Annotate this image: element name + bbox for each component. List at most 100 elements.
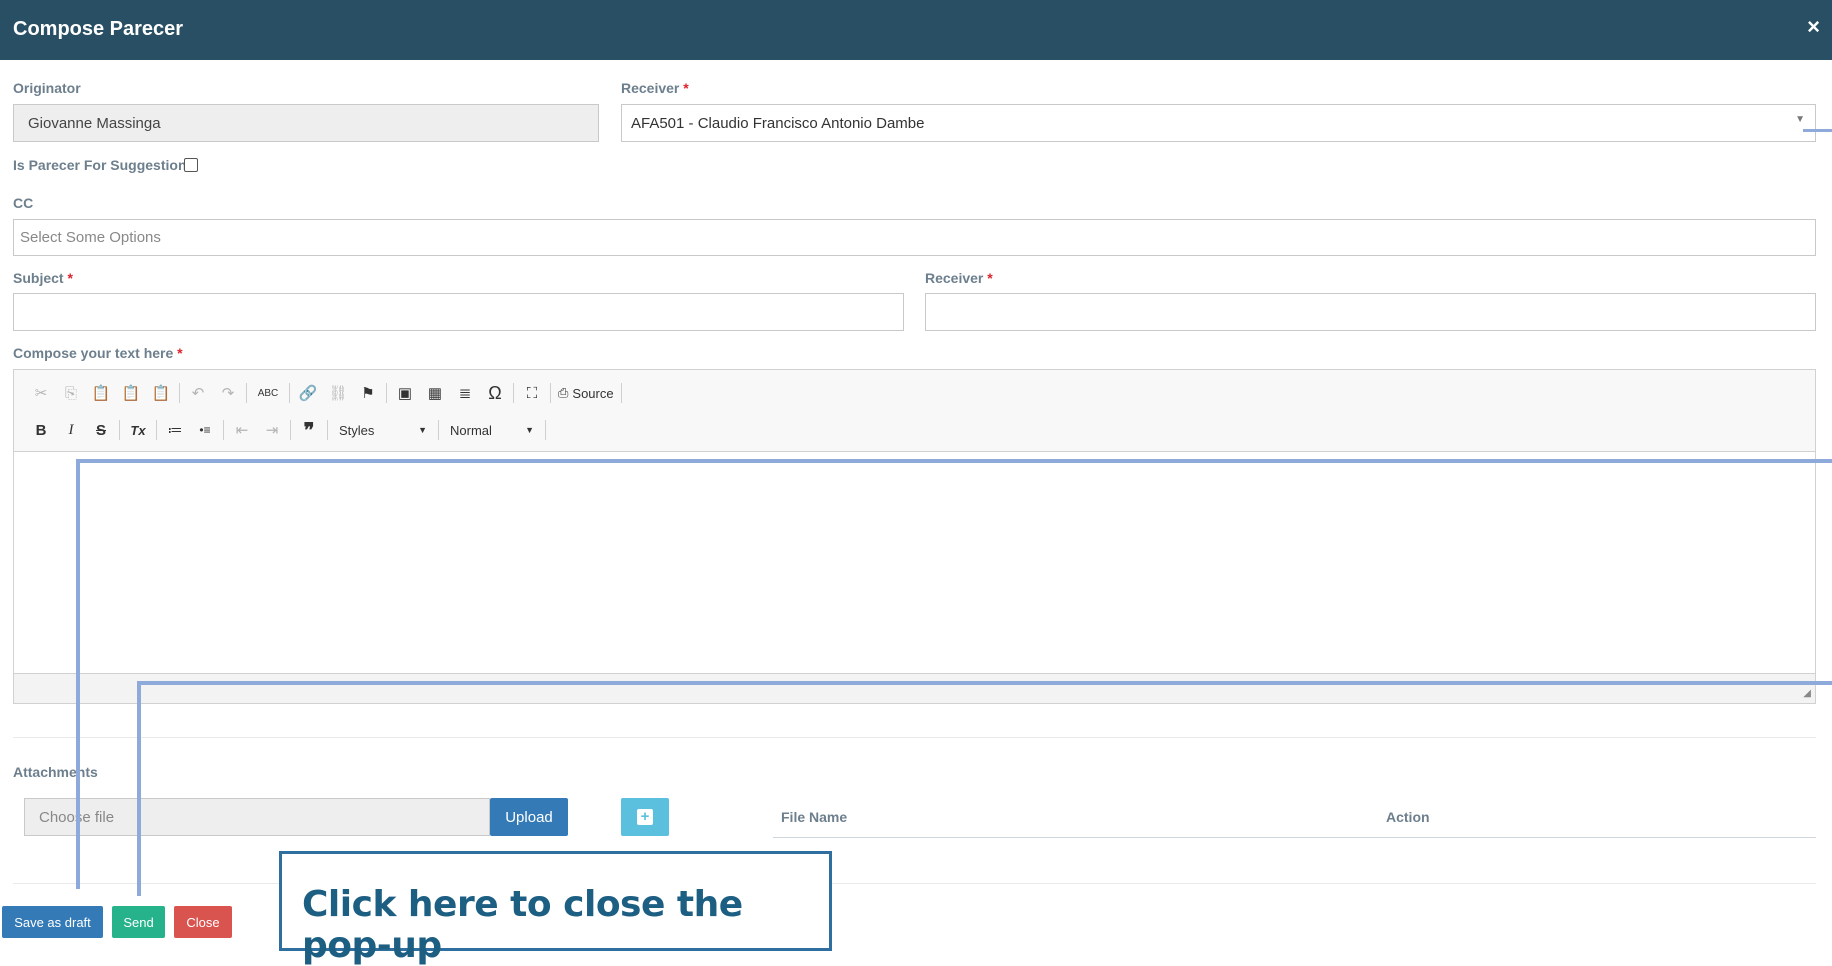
bold-icon[interactable]: B	[26, 416, 56, 444]
cc-multiselect[interactable]: Select Some Options	[13, 219, 1816, 256]
subject-label-text: Subject	[13, 270, 64, 286]
horizontal-rule-icon[interactable]: ≣	[450, 379, 480, 407]
column-header-action: Action	[1386, 809, 1430, 825]
editor-toolbar: ✂ ⎘ 📋 📋 📋 ↶ ↷ ABC 🔗 ⛓ ⚑ ▣ ▦ ≣ Ω ⛶ ⎙ Sour…	[14, 370, 1815, 452]
numbered-list-icon[interactable]: ≔	[160, 416, 190, 444]
editor-status-bar: ◢	[14, 673, 1815, 703]
suggestion-checkbox[interactable]	[184, 158, 198, 172]
suggestion-label: Is Parecer For Suggestion	[13, 157, 187, 173]
link-icon[interactable]: 🔗	[293, 379, 323, 407]
add-attachment-button[interactable]: +	[621, 798, 669, 836]
outdent-icon[interactable]: ⇤	[227, 416, 257, 444]
copy-icon[interactable]: ⎘	[56, 379, 86, 407]
redo-icon[interactable]: ↷	[213, 379, 243, 407]
image-icon[interactable]: ▣	[390, 379, 420, 407]
chevron-down-icon: ▼	[418, 425, 427, 435]
toolbar-separator	[289, 383, 290, 403]
toolbar-separator	[386, 383, 387, 403]
required-marker: *	[67, 270, 73, 286]
receiver-label-2-text: Receiver	[925, 270, 984, 286]
receiver-input-2[interactable]	[925, 293, 1816, 331]
compose-label: Compose your text here *	[13, 345, 183, 361]
toolbar-row-2: B I S Tx ≔ •≡ ⇤ ⇥ ❞ Styles ▼ Normal ▼	[26, 416, 549, 444]
paste-text-icon[interactable]: 📋	[116, 379, 146, 407]
paste-icon[interactable]: 📋	[86, 379, 116, 407]
maximize-icon[interactable]: ⛶	[517, 379, 547, 407]
toolbar-separator	[179, 383, 180, 403]
toolbar-separator	[620, 383, 622, 403]
strikethrough-icon[interactable]: S	[86, 416, 116, 444]
annotation-line	[76, 459, 1832, 463]
send-button[interactable]: Send	[112, 906, 165, 938]
special-char-icon[interactable]: Ω	[480, 379, 510, 407]
toolbar-separator	[246, 383, 247, 403]
required-marker: *	[683, 80, 689, 96]
undo-icon[interactable]: ↶	[183, 379, 213, 407]
upload-button[interactable]: Upload	[490, 798, 568, 836]
italic-icon[interactable]: I	[56, 416, 86, 444]
toolbar-separator	[290, 420, 291, 440]
close-icon[interactable]: ×	[1807, 14, 1820, 40]
compose-label-text: Compose your text here	[13, 345, 174, 361]
annotation-line	[137, 681, 1832, 685]
toolbar-separator	[550, 383, 551, 403]
resize-handle-icon[interactable]: ◢	[1803, 688, 1811, 699]
cc-label: CC	[13, 195, 34, 211]
table-icon[interactable]: ▦	[420, 379, 450, 407]
editor-content-area[interactable]	[14, 452, 1815, 674]
toolbar-separator	[327, 420, 328, 440]
format-label: Normal	[450, 422, 492, 438]
cc-placeholder: Select Some Options	[20, 229, 161, 246]
toolbar-separator	[545, 420, 546, 440]
blockquote-icon[interactable]: ❞	[294, 416, 324, 444]
originator-value: Giovanne Massinga	[28, 114, 161, 132]
section-divider	[13, 737, 1816, 738]
close-button[interactable]: Close	[174, 906, 232, 938]
bulleted-list-icon[interactable]: •≡	[190, 416, 220, 444]
attachments-label: Attachments	[13, 764, 98, 780]
toolbar-row-1: ✂ ⎘ 📋 📋 📋 ↶ ↷ ABC 🔗 ⛓ ⚑ ▣ ▦ ≣ Ω ⛶ ⎙ Sour…	[26, 379, 625, 407]
subject-label: Subject *	[13, 270, 73, 286]
paste-word-icon[interactable]: 📋	[146, 379, 176, 407]
unlink-icon[interactable]: ⛓	[323, 379, 353, 407]
format-dropdown[interactable]: Normal ▼	[442, 417, 542, 443]
column-header-file-name: File Name	[781, 809, 848, 825]
toolbar-separator	[119, 420, 120, 440]
receiver-select[interactable]: AFA501 - Claudio Francisco Antonio Dambe…	[621, 104, 1816, 142]
anchor-icon[interactable]: ⚑	[353, 379, 383, 407]
modal-title: Compose Parecer	[13, 18, 184, 40]
annotation-line	[137, 681, 141, 896]
subject-input[interactable]	[13, 293, 904, 331]
indent-icon[interactable]: ⇥	[257, 416, 287, 444]
remove-format-icon[interactable]: Tx	[123, 416, 153, 444]
originator-field: Giovanne Massinga	[13, 104, 599, 142]
source-icon: ⎙	[558, 385, 569, 400]
required-marker: *	[177, 345, 183, 361]
toolbar-separator	[438, 420, 439, 440]
plus-square-icon: +	[637, 809, 653, 825]
modal-header: Compose Parecer ×	[0, 0, 1832, 60]
toolbar-separator	[513, 383, 514, 403]
source-button[interactable]: ⎙ Source	[554, 379, 618, 407]
toolbar-separator	[223, 420, 224, 440]
receiver-select-value: AFA501 - Claudio Francisco Antonio Dambe	[631, 114, 925, 132]
rich-text-editor: ✂ ⎘ 📋 📋 📋 ↶ ↷ ABC 🔗 ⛓ ⚑ ▣ ▦ ≣ Ω ⛶ ⎙ Sour…	[13, 369, 1816, 704]
chevron-down-icon: ▼	[1795, 114, 1805, 125]
toolbar-separator	[156, 420, 157, 440]
callout-text: Click here to close the pop-up	[302, 884, 743, 966]
styles-dropdown[interactable]: Styles ▼	[331, 417, 435, 443]
receiver-label-2: Receiver *	[925, 270, 993, 286]
cut-icon[interactable]: ✂	[26, 379, 56, 407]
spellcheck-icon[interactable]: ABC	[250, 379, 286, 407]
receiver-label-text: Receiver	[621, 80, 680, 96]
originator-label: Originator	[13, 80, 81, 96]
required-marker: *	[987, 270, 993, 286]
save-draft-button[interactable]: Save as draft	[2, 906, 103, 938]
receiver-label: Receiver *	[621, 80, 689, 96]
table-header-divider	[773, 837, 1816, 838]
source-label: Source	[572, 385, 614, 401]
styles-label: Styles	[339, 422, 375, 438]
annotation-line	[1803, 129, 1832, 132]
chevron-down-icon: ▼	[525, 425, 534, 435]
file-input[interactable]: Choose file	[24, 798, 490, 836]
